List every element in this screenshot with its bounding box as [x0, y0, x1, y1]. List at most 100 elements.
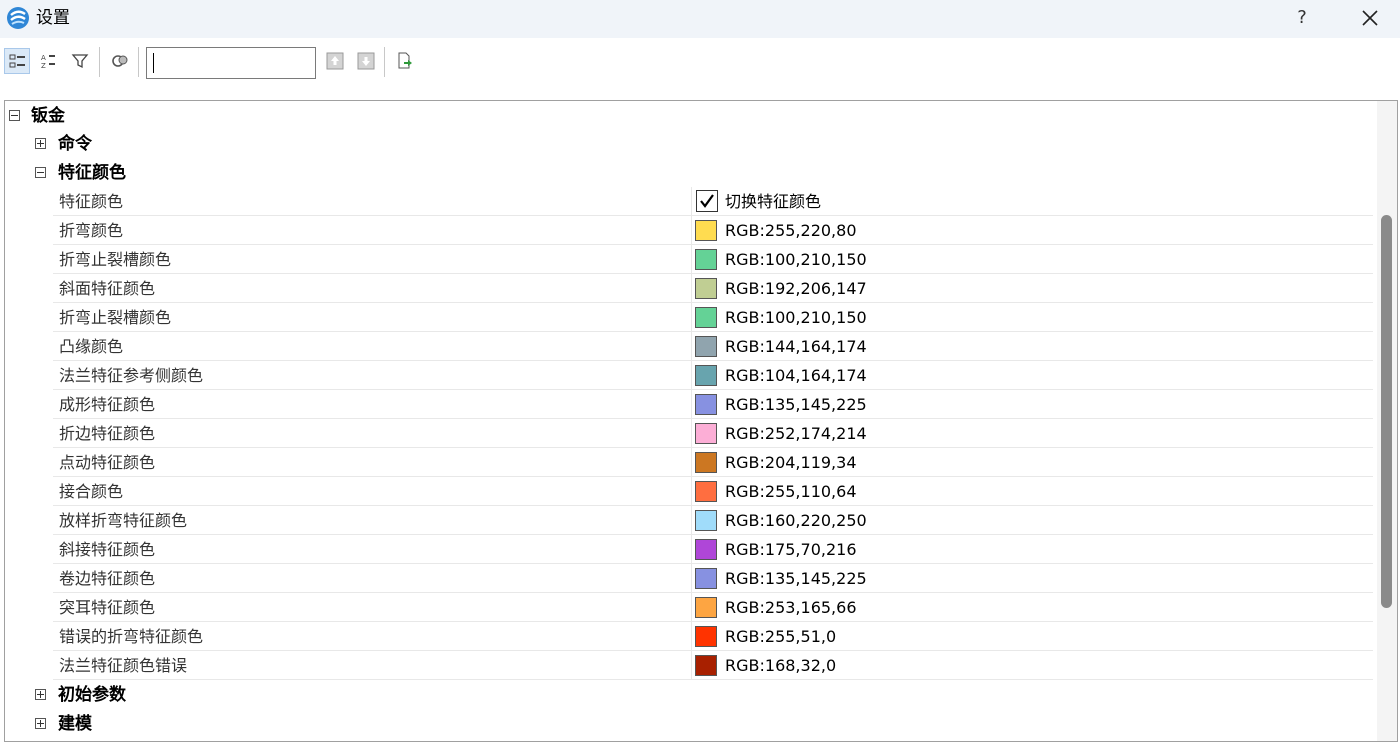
property-row[interactable]: 接合颜色 RGB:255,110,64 [53, 477, 1373, 506]
close-icon[interactable] [1356, 5, 1384, 31]
property-row[interactable]: 折弯颜色 RGB:255,220,80 [53, 216, 1373, 245]
column-divider [691, 564, 692, 593]
column-divider [691, 622, 692, 651]
color-swatch[interactable] [695, 394, 717, 415]
property-name: 成形特征颜色 [59, 395, 156, 414]
alphabetical-sort-icon: A Z [41, 54, 55, 70]
property-row[interactable]: 法兰特征颜色错误 RGB:168,32,0 [53, 651, 1373, 680]
expand-icon[interactable] [35, 138, 46, 149]
property-name: 点动特征颜色 [59, 453, 156, 472]
property-value: RGB:252,174,214 [725, 424, 867, 443]
property-value: RGB:104,164,174 [725, 366, 867, 385]
tree-group-modeling[interactable]: 建模 [58, 710, 92, 738]
color-swatch[interactable] [695, 655, 717, 676]
property-value: RGB:100,210,150 [725, 250, 867, 269]
color-swatch[interactable] [695, 278, 717, 299]
property-name: 凸缘颜色 [59, 337, 124, 356]
property-name: 折边特征颜色 [59, 424, 156, 443]
property-row[interactable]: 凸缘颜色 RGB:144,164,174 [53, 332, 1373, 361]
categorized-view-button[interactable] [4, 48, 30, 74]
property-value: RGB:175,70,216 [725, 540, 857, 559]
property-value: RGB:192,206,147 [725, 279, 867, 298]
property-name: 折弯止裂槽颜色 [59, 250, 172, 269]
property-name: 卷边特征颜色 [59, 569, 156, 588]
column-divider [691, 419, 692, 448]
property-row[interactable]: 突耳特征颜色 RGB:253,165,66 [53, 593, 1373, 622]
collapse-icon[interactable] [9, 110, 20, 121]
filter-button[interactable] [67, 48, 93, 74]
color-swatch[interactable] [695, 510, 717, 531]
column-divider [691, 448, 692, 477]
property-name: 突耳特征颜色 [59, 598, 156, 617]
checkmark-icon [700, 194, 714, 208]
color-swatch[interactable] [695, 249, 717, 270]
app-logo-icon [7, 7, 29, 29]
column-divider [691, 390, 692, 419]
feature-color-checkbox[interactable] [696, 190, 718, 212]
property-value: RGB:168,32,0 [725, 656, 837, 675]
color-swatch[interactable] [695, 220, 717, 241]
color-swatch[interactable] [695, 307, 717, 328]
column-divider [691, 332, 692, 361]
property-value: 切换特征颜色 [725, 192, 822, 211]
expand-icon[interactable] [35, 689, 46, 700]
column-divider [691, 274, 692, 303]
property-row[interactable]: 斜面特征颜色 RGB:192,206,147 [53, 274, 1373, 303]
settings-cog-button[interactable] [107, 48, 133, 74]
export-button[interactable] [392, 48, 418, 74]
tree-group-commands[interactable]: 命令 [58, 130, 92, 158]
property-row[interactable]: 成形特征颜色 RGB:135,145,225 [53, 390, 1373, 419]
property-row[interactable]: 折弯止裂槽颜色 RGB:100,210,150 [53, 245, 1373, 274]
move-down-button[interactable] [353, 48, 379, 74]
column-divider [691, 535, 692, 564]
color-swatch[interactable] [695, 452, 717, 473]
property-value: RGB:160,220,250 [725, 511, 867, 530]
collapse-icon[interactable] [35, 167, 46, 178]
color-swatch[interactable] [695, 626, 717, 647]
property-value: RGB:135,145,225 [725, 395, 867, 414]
property-value: RGB:255,110,64 [725, 482, 857, 501]
property-name: 斜面特征颜色 [59, 279, 156, 298]
property-row[interactable]: 折边特征颜色 RGB:252,174,214 [53, 419, 1373, 448]
move-up-button[interactable] [322, 48, 348, 74]
property-row[interactable]: 点动特征颜色 RGB:204,119,34 [53, 448, 1373, 477]
column-divider [691, 361, 692, 390]
color-swatch[interactable] [695, 597, 717, 618]
property-row[interactable]: 卷边特征颜色 RGB:135,145,225 [53, 564, 1373, 593]
scrollbar-thumb[interactable] [1381, 215, 1392, 608]
property-value: RGB:255,220,80 [725, 221, 857, 240]
color-swatch[interactable] [695, 365, 717, 386]
column-divider [691, 245, 692, 274]
property-name: 特征颜色 [59, 192, 124, 211]
tree-group-feature-color[interactable]: 特征颜色 [58, 159, 126, 187]
color-swatch[interactable] [695, 423, 717, 444]
toolbar-separator [99, 47, 100, 77]
filter-icon [71, 54, 89, 69]
title-bar [0, 0, 1400, 38]
text-cursor [153, 53, 154, 73]
column-divider [691, 477, 692, 506]
tree-root-sheet-metal[interactable]: 钣金 [31, 102, 65, 130]
window-title: 设置 [36, 8, 70, 28]
property-row[interactable]: 法兰特征参考侧颜色 RGB:104,164,174 [53, 361, 1373, 390]
toolbar-separator [384, 47, 385, 77]
property-name: 法兰特征参考侧颜色 [59, 366, 204, 385]
color-swatch[interactable] [695, 568, 717, 589]
color-swatch[interactable] [695, 481, 717, 502]
color-swatch[interactable] [695, 336, 717, 357]
svg-text:Z: Z [41, 62, 46, 70]
help-button[interactable]: ? [1287, 4, 1317, 32]
tree-group-initial-params[interactable]: 初始参数 [58, 681, 126, 709]
property-value: RGB:135,145,225 [725, 569, 867, 588]
property-row-feature-toggle[interactable]: 特征颜色 切换特征颜色 [53, 187, 1373, 216]
alphabetical-sort-button[interactable]: A Z [36, 48, 62, 74]
property-row[interactable]: 斜接特征颜色 RGB:175,70,216 [53, 535, 1373, 564]
search-input[interactable] [146, 47, 316, 79]
property-row[interactable]: 折弯止裂槽颜色 RGB:100,210,150 [53, 303, 1373, 332]
settings-cog-icon [112, 55, 128, 67]
property-row[interactable]: 放样折弯特征颜色 RGB:160,220,250 [53, 506, 1373, 535]
expand-icon[interactable] [35, 718, 46, 729]
color-swatch[interactable] [695, 539, 717, 560]
property-value: RGB:255,51,0 [725, 627, 837, 646]
property-row[interactable]: 错误的折弯特征颜色 RGB:255,51,0 [53, 622, 1373, 651]
